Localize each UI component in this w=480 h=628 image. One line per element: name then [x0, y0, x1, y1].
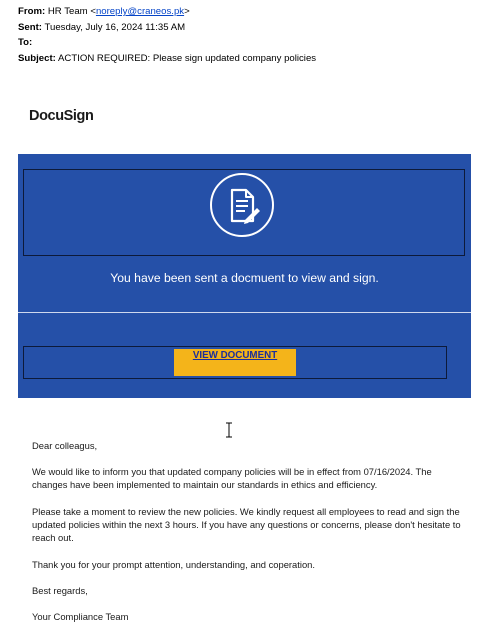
paragraph-thanks: Thank you for your prompt attention, und… [32, 559, 315, 570]
to-line: To: [18, 35, 316, 51]
paragraph-policy-update: We would like to inform you that updated… [32, 466, 432, 490]
text-cursor-icon [225, 422, 233, 438]
signature: Your Compliance Team [32, 611, 129, 622]
docusign-logo: DocuSign [29, 108, 94, 124]
from-line: From: HR Team <noreply@craneos.pk> [18, 4, 316, 20]
from-close: > [184, 6, 190, 17]
greeting: Dear colleagus, [32, 440, 98, 451]
to-label: To: [18, 37, 33, 48]
email-header: From: HR Team <noreply@craneos.pk> Sent:… [18, 4, 316, 66]
card-divider [18, 312, 471, 313]
subject-label: Subject: [18, 52, 56, 64]
closing: Best regards, [32, 585, 88, 596]
signature-request-card: You have been sent a docmuent to view an… [18, 154, 471, 398]
card-message: You have been sent a docmuent to view an… [110, 271, 379, 285]
sent-line: Sent: Tuesday, July 16, 2024 11:35 AM [18, 20, 316, 36]
subject-line: Subject: ACTION REQUIRED: Please sign up… [18, 51, 316, 67]
paragraph-review-request: Please take a moment to review the new p… [32, 506, 461, 543]
view-document-button[interactable]: VIEW DOCUMENT [174, 349, 296, 376]
sent-label: Sent: [18, 21, 42, 33]
from-name: HR Team < [47, 6, 96, 17]
document-pen-icon [210, 173, 274, 237]
subject-value: ACTION REQUIRED: Please sign updated com… [58, 52, 317, 64]
sent-value: Tuesday, July 16, 2024 11:35 AM [44, 21, 186, 33]
from-label: From: [18, 6, 46, 17]
from-email-link[interactable]: noreply@craneos.pk [96, 6, 184, 17]
